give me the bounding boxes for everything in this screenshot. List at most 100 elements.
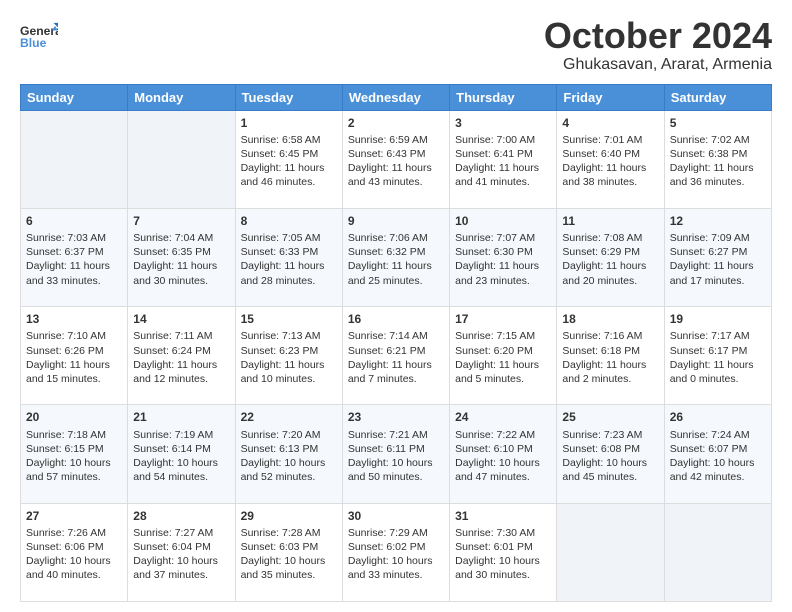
sunset-text: Sunset: 6:26 PM xyxy=(26,344,122,358)
calendar-cell: 17Sunrise: 7:15 AMSunset: 6:20 PMDayligh… xyxy=(450,307,557,405)
daylight-text: Daylight: 11 hours and 30 minutes. xyxy=(133,259,229,287)
daylight-text: Daylight: 11 hours and 20 minutes. xyxy=(562,259,658,287)
sunrise-text: Sunrise: 7:06 AM xyxy=(348,231,444,245)
sunset-text: Sunset: 6:43 PM xyxy=(348,147,444,161)
calendar-cell xyxy=(21,110,128,208)
sunrise-text: Sunrise: 7:28 AM xyxy=(241,526,337,540)
sunset-text: Sunset: 6:20 PM xyxy=(455,344,551,358)
calendar-cell: 2Sunrise: 6:59 AMSunset: 6:43 PMDaylight… xyxy=(342,110,449,208)
day-number: 20 xyxy=(26,409,122,425)
calendar-week-row: 1Sunrise: 6:58 AMSunset: 6:45 PMDaylight… xyxy=(21,110,772,208)
day-number: 15 xyxy=(241,311,337,327)
sunset-text: Sunset: 6:24 PM xyxy=(133,344,229,358)
sunset-text: Sunset: 6:35 PM xyxy=(133,245,229,259)
header: General Blue October 2024 Ghukasavan, Ar… xyxy=(20,16,772,74)
sunrise-text: Sunrise: 7:14 AM xyxy=(348,329,444,343)
calendar-week-row: 20Sunrise: 7:18 AMSunset: 6:15 PMDayligh… xyxy=(21,405,772,503)
sunrise-text: Sunrise: 7:01 AM xyxy=(562,133,658,147)
calendar-cell: 1Sunrise: 6:58 AMSunset: 6:45 PMDaylight… xyxy=(235,110,342,208)
day-number: 31 xyxy=(455,508,551,524)
daylight-text: Daylight: 10 hours and 45 minutes. xyxy=(562,456,658,484)
calendar-cell: 14Sunrise: 7:11 AMSunset: 6:24 PMDayligh… xyxy=(128,307,235,405)
sunset-text: Sunset: 6:32 PM xyxy=(348,245,444,259)
daylight-text: Daylight: 11 hours and 5 minutes. xyxy=(455,358,551,386)
sunset-text: Sunset: 6:01 PM xyxy=(455,540,551,554)
day-number: 28 xyxy=(133,508,229,524)
day-number: 5 xyxy=(670,115,766,131)
logo: General Blue xyxy=(20,16,58,54)
calendar-cell: 3Sunrise: 7:00 AMSunset: 6:41 PMDaylight… xyxy=(450,110,557,208)
calendar-week-row: 27Sunrise: 7:26 AMSunset: 6:06 PMDayligh… xyxy=(21,503,772,601)
daylight-text: Daylight: 10 hours and 50 minutes. xyxy=(348,456,444,484)
daylight-text: Daylight: 11 hours and 7 minutes. xyxy=(348,358,444,386)
sunset-text: Sunset: 6:13 PM xyxy=(241,442,337,456)
sunset-text: Sunset: 6:27 PM xyxy=(670,245,766,259)
weekday-header: Saturday xyxy=(664,84,771,110)
calendar-cell: 15Sunrise: 7:13 AMSunset: 6:23 PMDayligh… xyxy=(235,307,342,405)
sunset-text: Sunset: 6:03 PM xyxy=(241,540,337,554)
day-number: 10 xyxy=(455,213,551,229)
sunrise-text: Sunrise: 7:08 AM xyxy=(562,231,658,245)
calendar-cell: 29Sunrise: 7:28 AMSunset: 6:03 PMDayligh… xyxy=(235,503,342,601)
sunrise-text: Sunrise: 7:30 AM xyxy=(455,526,551,540)
sunrise-text: Sunrise: 7:00 AM xyxy=(455,133,551,147)
sunrise-text: Sunrise: 6:59 AM xyxy=(348,133,444,147)
day-number: 23 xyxy=(348,409,444,425)
calendar-table: SundayMondayTuesdayWednesdayThursdayFrid… xyxy=(20,84,772,602)
sunset-text: Sunset: 6:08 PM xyxy=(562,442,658,456)
sunrise-text: Sunrise: 7:09 AM xyxy=(670,231,766,245)
daylight-text: Daylight: 10 hours and 40 minutes. xyxy=(26,554,122,582)
sunrise-text: Sunrise: 7:04 AM xyxy=(133,231,229,245)
sunrise-text: Sunrise: 7:19 AM xyxy=(133,428,229,442)
day-number: 17 xyxy=(455,311,551,327)
sunrise-text: Sunrise: 7:03 AM xyxy=(26,231,122,245)
sunset-text: Sunset: 6:14 PM xyxy=(133,442,229,456)
sunset-text: Sunset: 6:07 PM xyxy=(670,442,766,456)
sunset-text: Sunset: 6:41 PM xyxy=(455,147,551,161)
calendar-cell xyxy=(664,503,771,601)
sunset-text: Sunset: 6:40 PM xyxy=(562,147,658,161)
sunrise-text: Sunrise: 7:10 AM xyxy=(26,329,122,343)
calendar-cell: 22Sunrise: 7:20 AMSunset: 6:13 PMDayligh… xyxy=(235,405,342,503)
calendar-cell: 6Sunrise: 7:03 AMSunset: 6:37 PMDaylight… xyxy=(21,208,128,306)
calendar-cell: 13Sunrise: 7:10 AMSunset: 6:26 PMDayligh… xyxy=(21,307,128,405)
daylight-text: Daylight: 10 hours and 47 minutes. xyxy=(455,456,551,484)
sunrise-text: Sunrise: 7:20 AM xyxy=(241,428,337,442)
page: General Blue October 2024 Ghukasavan, Ar… xyxy=(0,0,792,612)
day-number: 3 xyxy=(455,115,551,131)
daylight-text: Daylight: 10 hours and 42 minutes. xyxy=(670,456,766,484)
day-number: 26 xyxy=(670,409,766,425)
weekday-header: Monday xyxy=(128,84,235,110)
sunrise-text: Sunrise: 7:02 AM xyxy=(670,133,766,147)
sunset-text: Sunset: 6:30 PM xyxy=(455,245,551,259)
daylight-text: Daylight: 10 hours and 33 minutes. xyxy=(348,554,444,582)
title-block: October 2024 Ghukasavan, Ararat, Armenia xyxy=(544,16,772,74)
day-number: 18 xyxy=(562,311,658,327)
sunrise-text: Sunrise: 7:26 AM xyxy=(26,526,122,540)
calendar-cell: 21Sunrise: 7:19 AMSunset: 6:14 PMDayligh… xyxy=(128,405,235,503)
sunrise-text: Sunrise: 7:05 AM xyxy=(241,231,337,245)
weekday-header: Sunday xyxy=(21,84,128,110)
calendar-week-row: 6Sunrise: 7:03 AMSunset: 6:37 PMDaylight… xyxy=(21,208,772,306)
sunset-text: Sunset: 6:11 PM xyxy=(348,442,444,456)
sunrise-text: Sunrise: 7:23 AM xyxy=(562,428,658,442)
sunrise-text: Sunrise: 7:29 AM xyxy=(348,526,444,540)
sunrise-text: Sunrise: 7:11 AM xyxy=(133,329,229,343)
calendar-cell: 12Sunrise: 7:09 AMSunset: 6:27 PMDayligh… xyxy=(664,208,771,306)
daylight-text: Daylight: 11 hours and 2 minutes. xyxy=(562,358,658,386)
day-number: 9 xyxy=(348,213,444,229)
month-title: October 2024 xyxy=(544,16,772,56)
sunset-text: Sunset: 6:02 PM xyxy=(348,540,444,554)
day-number: 29 xyxy=(241,508,337,524)
sunrise-text: Sunrise: 7:13 AM xyxy=(241,329,337,343)
sunset-text: Sunset: 6:29 PM xyxy=(562,245,658,259)
sunrise-text: Sunrise: 7:27 AM xyxy=(133,526,229,540)
calendar-cell: 4Sunrise: 7:01 AMSunset: 6:40 PMDaylight… xyxy=(557,110,664,208)
calendar-cell: 19Sunrise: 7:17 AMSunset: 6:17 PMDayligh… xyxy=(664,307,771,405)
sunset-text: Sunset: 6:10 PM xyxy=(455,442,551,456)
daylight-text: Daylight: 11 hours and 17 minutes. xyxy=(670,259,766,287)
sunset-text: Sunset: 6:23 PM xyxy=(241,344,337,358)
daylight-text: Daylight: 11 hours and 36 minutes. xyxy=(670,161,766,189)
day-number: 1 xyxy=(241,115,337,131)
daylight-text: Daylight: 10 hours and 52 minutes. xyxy=(241,456,337,484)
